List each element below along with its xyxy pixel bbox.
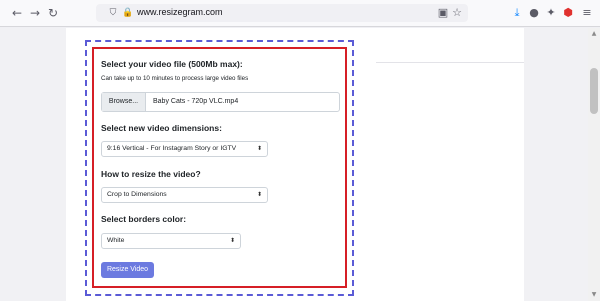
file-input[interactable]: Browse... Baby Cats - 720p VLC.mp4	[101, 92, 340, 112]
menu-icon[interactable]: ≡	[580, 6, 594, 20]
reload-icon[interactable]: ↻	[46, 6, 60, 20]
forward-arrow-icon[interactable]: →	[28, 6, 42, 20]
url-text[interactable]: www.resizegram.com	[137, 7, 223, 17]
reader-view-icon[interactable]: ▣	[436, 6, 450, 20]
browse-button[interactable]: Browse...	[102, 93, 146, 111]
borders-color-select[interactable]: White ⬍	[101, 233, 241, 249]
file-hint: Can take up to 10 minutes to process lar…	[101, 75, 249, 82]
side-panel	[376, 28, 524, 63]
resize-method-value: Crop to Dimensions	[107, 191, 167, 198]
download-icon[interactable]: ⤓	[510, 6, 524, 20]
scroll-thumb[interactable]	[590, 68, 598, 114]
select-caret-icon: ⬍	[256, 145, 262, 152]
account-icon[interactable]: ●	[527, 6, 541, 20]
scroll-up-icon[interactable]: ▲	[590, 30, 598, 38]
lock-icon[interactable]: 🔒	[122, 7, 133, 19]
scroll-down-icon[interactable]: ▼	[590, 291, 598, 299]
bookmark-star-icon[interactable]: ☆	[450, 6, 464, 20]
dimensions-label: Select new video dimensions:	[101, 123, 222, 133]
resize-method-label: How to resize the video?	[101, 169, 201, 179]
shield-icon[interactable]: ⛉	[108, 7, 118, 19]
select-caret-icon: ⬍	[256, 191, 262, 198]
browser-toolbar: ← → ↻ ⛉ 🔒 www.resizegram.com ▣ ☆ ⤓ ● ✦ ⬢…	[0, 0, 600, 27]
back-arrow-icon[interactable]: ←	[10, 6, 24, 20]
file-label: Select your video file (500Mb max):	[101, 59, 243, 69]
resize-video-button[interactable]: Resize Video	[101, 262, 154, 278]
file-name: Baby Cats - 720p VLC.mp4	[153, 98, 239, 105]
extensions-icon[interactable]: ✦	[544, 6, 558, 20]
dimensions-value: 9:16 Vertical - For Instagram Story or I…	[107, 145, 237, 152]
select-caret-icon: ⬍	[229, 237, 235, 244]
resize-method-select[interactable]: Crop to Dimensions ⬍	[101, 187, 268, 203]
ublock-icon[interactable]: ⬢	[561, 6, 575, 20]
resize-form	[92, 47, 347, 288]
dimensions-select[interactable]: 9:16 Vertical - For Instagram Story or I…	[101, 141, 268, 157]
borders-color-value: White	[107, 237, 125, 244]
borders-color-label: Select borders color:	[101, 214, 187, 224]
